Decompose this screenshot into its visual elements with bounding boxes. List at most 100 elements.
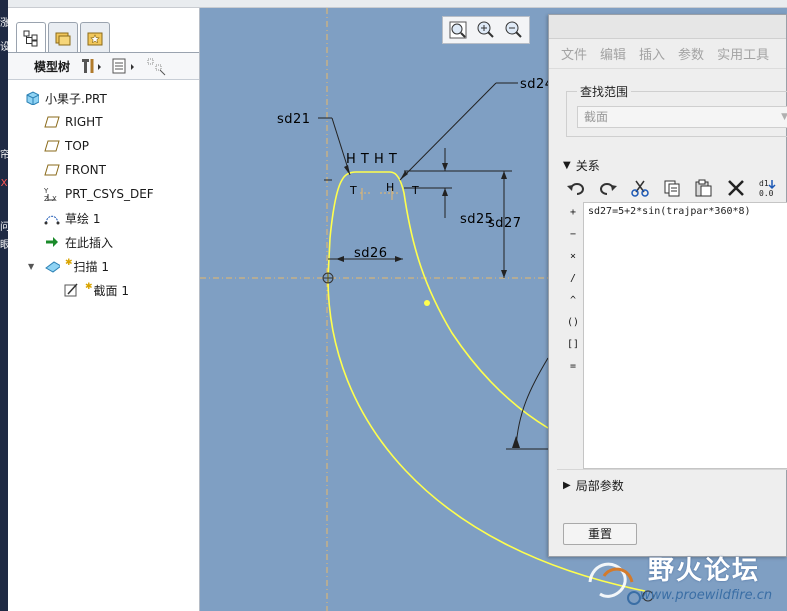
tree-item[interactable]: 在此插入 — [8, 230, 199, 254]
datum-plane-icon — [44, 114, 60, 130]
dim-sd26[interactable]: sd26 — [354, 246, 388, 261]
copy-button[interactable] — [659, 176, 685, 200]
sd24-leader — [399, 82, 497, 181]
relations-toolbar: d1 0.0 — [563, 175, 781, 201]
arrow-head — [336, 256, 344, 262]
relations-label: 关系 — [575, 159, 600, 173]
tab-folder-browser[interactable] — [48, 22, 78, 52]
tree-item[interactable]: 小果子.PRT — [8, 86, 199, 110]
tree-item[interactable]: FRONT — [8, 158, 199, 182]
menu-utilities[interactable]: 实用工具 — [717, 44, 769, 63]
tree-item-label: RIGHT — [65, 115, 103, 129]
tree-filters-button[interactable] — [110, 56, 140, 76]
svg-text:0.0: 0.0 — [759, 189, 774, 198]
show-button[interactable] — [146, 56, 168, 76]
paste-button[interactable] — [691, 176, 717, 200]
relations-section-header[interactable]: ▼ 关系 — [563, 157, 600, 174]
arrow-head — [501, 270, 507, 278]
curve-point — [424, 300, 430, 306]
top-toolbar-strip — [8, 0, 787, 8]
insert-arrow-icon — [44, 234, 60, 250]
copy-icon — [664, 180, 680, 197]
section-profile — [327, 171, 549, 429]
tree-item[interactable]: Y X Z PRT_CSYS_DEF — [8, 182, 199, 206]
forum-logo-icon — [588, 562, 641, 605]
dialog-menu-bar: 文件 编辑 插入 参数 实用工具 — [549, 39, 786, 69]
tree-item-label: FRONT — [65, 163, 106, 177]
watermark-url: www.proewildfire.cn — [640, 588, 773, 603]
op-brackets-button[interactable]: [] — [563, 334, 583, 356]
constraint-h: H — [386, 181, 395, 194]
folder-icon — [55, 32, 71, 45]
op-power-button[interactable]: ^ — [563, 290, 583, 312]
new-feature-star-icon: ✱ — [85, 282, 93, 292]
scope-value: 截面 — [584, 110, 609, 124]
reset-button[interactable]: 重置 — [563, 523, 637, 545]
menu-parameters[interactable]: 参数 — [678, 44, 704, 63]
undo-icon — [567, 183, 584, 195]
tree-item[interactable]: TOP — [8, 134, 199, 158]
svg-text:d1: d1 — [759, 179, 769, 188]
op-plus-button[interactable]: + — [563, 202, 583, 224]
tree-item-label: 截面 1 — [93, 283, 129, 298]
dialog-titlebar[interactable] — [549, 15, 786, 39]
operators-column: + − × / ^ () [] = — [563, 202, 583, 378]
switch-symbols-button[interactable]: d1 0.0 — [755, 176, 781, 200]
zoom-out-icon — [505, 21, 522, 38]
edge-glyph: 问 — [0, 222, 10, 233]
tree-item-label: 在此插入 — [65, 235, 114, 250]
divider — [557, 469, 787, 470]
undo-button[interactable] — [563, 176, 589, 200]
tree-tabs — [16, 22, 110, 52]
op-equals-button[interactable]: = — [563, 356, 583, 378]
dimension-value-icon: d10.0 — [759, 179, 776, 198]
edge-glyph: 设 — [0, 42, 10, 53]
arrow-head — [400, 171, 408, 180]
scope-label: 查找范围 — [577, 83, 632, 100]
redo-icon — [600, 183, 617, 195]
section-icon — [64, 282, 80, 298]
tree-item[interactable]: ▼ ✱ 扫描 1 — [8, 254, 199, 278]
delete-button[interactable] — [723, 176, 749, 200]
tree-header: 模型树 — [8, 52, 199, 80]
chevron-down-icon: ▼ — [781, 112, 787, 122]
menu-edit[interactable]: 编辑 — [600, 44, 626, 63]
cut-button[interactable] — [627, 176, 653, 200]
tab-model-tree[interactable] — [16, 22, 46, 52]
watermark-title: 野火论坛 — [648, 556, 761, 586]
relations-editor[interactable]: sd27=5+2*sin(trajpar*360*8) — [583, 202, 787, 469]
menu-file[interactable]: 文件 — [561, 44, 587, 63]
tree-settings-button[interactable] — [78, 56, 104, 76]
tree-item[interactable]: RIGHT — [8, 110, 199, 134]
tools-icon — [82, 59, 102, 73]
redo-button[interactable] — [595, 176, 621, 200]
expand-triangle-icon[interactable]: ▼ — [28, 262, 34, 271]
op-divide-button[interactable]: / — [563, 268, 583, 290]
dim-sd27[interactable]: sd27 — [488, 216, 522, 231]
tab-favorites[interactable] — [80, 22, 110, 52]
view-toolbar — [442, 16, 530, 44]
zoom-out-button[interactable] — [501, 18, 527, 42]
op-parentheses-button[interactable]: () — [563, 312, 583, 334]
scope-select[interactable]: 截面 ▼ — [577, 106, 787, 128]
tree-item-label: 小果子.PRT — [45, 91, 107, 106]
tree-item[interactable]: ✱ 截面 1 — [8, 278, 199, 302]
arrow-head — [501, 171, 507, 179]
csys-icon: YXZ — [44, 186, 60, 202]
sketch-icon — [44, 210, 60, 226]
local-params-header[interactable]: ▶ 局部参数 — [563, 477, 624, 494]
menu-insert[interactable]: 插入 — [639, 44, 665, 63]
tree-item[interactable]: 草绘 1 — [8, 206, 199, 230]
zoom-fit-button[interactable] — [445, 18, 471, 42]
zoom-in-button[interactable] — [473, 18, 499, 42]
relations-dialog: 文件 编辑 插入 参数 实用工具 查找范围 截面 ▼ ▼ 关系 d1 0.0 + … — [548, 14, 787, 557]
tree-list: 小果子.PRT RIGHT TOP FRONT Y X Z PRT_CSYS_DEF 草绘 1 在… — [8, 86, 199, 302]
sweep-icon — [44, 258, 60, 274]
tree-item-label: PRT_CSYS_DEF — [65, 187, 154, 201]
op-minus-button[interactable]: − — [563, 224, 583, 246]
dim-sd21[interactable]: sd21 — [277, 112, 311, 127]
datum-plane-icon — [44, 138, 60, 154]
edge-glyph: X — [0, 178, 8, 189]
op-multiply-button[interactable]: × — [563, 246, 583, 268]
edge-glyph: 帘 — [0, 150, 10, 161]
